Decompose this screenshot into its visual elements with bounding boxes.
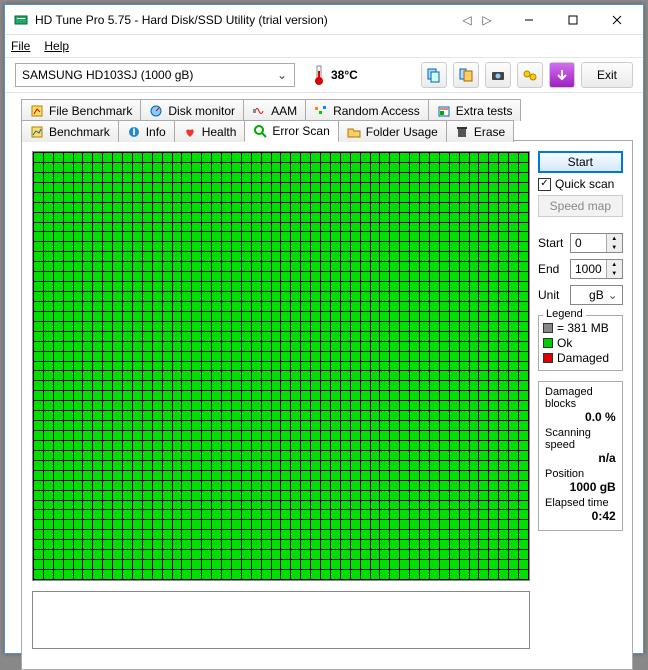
- health-icon: [183, 125, 197, 139]
- legend: Legend = 381 MB Ok Damaged: [538, 315, 623, 371]
- temperature: 38°C: [313, 65, 358, 85]
- legend-block-icon: [543, 323, 553, 333]
- extra-tests-icon: [437, 104, 451, 118]
- exit-button[interactable]: Exit: [581, 62, 633, 88]
- menu-file[interactable]: File: [11, 39, 30, 53]
- tab-label: Benchmark: [49, 125, 110, 139]
- app-window: HD Tune Pro 5.75 - Hard Disk/SSD Utility…: [4, 4, 644, 654]
- copy-info-button[interactable]: [421, 62, 447, 88]
- menubar: File Help: [5, 35, 643, 57]
- chevron-down-icon: ⌄: [606, 288, 620, 302]
- scan-grid: [32, 151, 530, 581]
- benchmark-icon: [30, 125, 44, 139]
- next-icon[interactable]: ▷: [477, 10, 497, 30]
- tab-label: AAM: [271, 104, 297, 118]
- start-field: Start 0 ▲▼: [538, 233, 623, 253]
- legend-ok-icon: [543, 338, 553, 348]
- end-spinbox[interactable]: 1000 ▲▼: [570, 259, 623, 279]
- erase-icon: [455, 125, 469, 139]
- tab-random-access[interactable]: Random Access: [305, 99, 429, 121]
- stats-box: Damaged blocks 0.0 % Scanning speed n/a …: [538, 381, 623, 531]
- screenshot-button[interactable]: [485, 62, 511, 88]
- quick-scan-checkbox[interactable]: ✓: [538, 178, 551, 191]
- window-title: HD Tune Pro 5.75 - Hard Disk/SSD Utility…: [35, 13, 457, 27]
- start-button[interactable]: Start: [538, 151, 623, 173]
- tab-label: Error Scan: [272, 124, 329, 138]
- titlebar: HD Tune Pro 5.75 - Hard Disk/SSD Utility…: [5, 5, 643, 35]
- nav-arrows: ◁ ▷: [457, 10, 497, 30]
- tab-content: Start ✓ Quick scan Speed map Start 0 ▲▼ …: [21, 140, 633, 670]
- quick-scan-row[interactable]: ✓ Quick scan: [538, 177, 623, 191]
- file-benchmark-icon: [30, 104, 44, 118]
- spin-up-icon[interactable]: ▲: [607, 260, 622, 269]
- tab-disk-monitor[interactable]: Disk monitor: [140, 99, 244, 121]
- tab-benchmark[interactable]: Benchmark: [21, 120, 119, 142]
- temp-value: 38°C: [331, 68, 358, 82]
- drive-select[interactable]: SAMSUNG HD103SJ (1000 gB) ⌄: [15, 63, 295, 87]
- tab-folder-usage[interactable]: Folder Usage: [338, 120, 447, 142]
- tab-label: Folder Usage: [366, 125, 438, 139]
- tab-error-scan[interactable]: Error Scan: [244, 120, 338, 142]
- maximize-button[interactable]: [551, 6, 595, 34]
- spin-down-icon[interactable]: ▼: [607, 269, 622, 278]
- toolbar: SAMSUNG HD103SJ (1000 gB) ⌄ 38°C Exit: [5, 57, 643, 93]
- drive-label: SAMSUNG HD103SJ (1000 gB): [22, 68, 193, 82]
- tab-erase[interactable]: Erase: [446, 120, 514, 142]
- speedmap-button: Speed map: [538, 195, 623, 217]
- scan-area: [32, 151, 530, 659]
- save-button[interactable]: [549, 62, 575, 88]
- unit-row: Unit gB ⌄: [538, 285, 623, 305]
- svg-text:i: i: [132, 125, 135, 138]
- tab-row-1: File Benchmark Disk monitor AAM Random Acce…: [21, 99, 633, 120]
- aam-icon: [252, 104, 266, 118]
- folder-usage-icon: [347, 125, 361, 139]
- app-icon: [13, 12, 29, 28]
- disk-monitor-icon: [149, 104, 163, 118]
- info-icon: i: [127, 125, 141, 139]
- copy-screenshot-button[interactable]: [453, 62, 479, 88]
- prev-icon[interactable]: ◁: [457, 10, 477, 30]
- tab-label: Health: [202, 125, 237, 139]
- side-panel: Start ✓ Quick scan Speed map Start 0 ▲▼ …: [538, 151, 623, 659]
- settings-button[interactable]: [517, 62, 543, 88]
- legend-damaged-icon: [543, 353, 553, 363]
- tab-row-2: Benchmark i Info Health Error Scan Folder Usa…: [21, 120, 633, 141]
- start-spinbox[interactable]: 0 ▲▼: [570, 233, 623, 253]
- tab-file-benchmark[interactable]: File Benchmark: [21, 99, 141, 121]
- quick-scan-label: Quick scan: [555, 177, 614, 191]
- tab-info[interactable]: i Info: [118, 120, 175, 142]
- thermometer-icon: [313, 65, 325, 85]
- unit-select[interactable]: gB ⌄: [570, 285, 623, 305]
- error-scan-icon: [253, 124, 267, 138]
- menu-help[interactable]: Help: [44, 39, 69, 53]
- end-field: End 1000 ▲▼: [538, 259, 623, 279]
- tab-label: Disk monitor: [168, 104, 235, 118]
- tab-aam[interactable]: AAM: [243, 99, 306, 121]
- tab-label: Info: [146, 125, 166, 139]
- spin-down-icon[interactable]: ▼: [607, 243, 622, 252]
- spin-up-icon[interactable]: ▲: [607, 234, 622, 243]
- tab-health[interactable]: Health: [174, 120, 246, 142]
- tab-extra-tests[interactable]: Extra tests: [428, 99, 522, 121]
- tab-label: Random Access: [333, 104, 420, 118]
- close-button[interactable]: [595, 6, 639, 34]
- tab-label: Extra tests: [456, 104, 513, 118]
- tab-label: Erase: [474, 125, 505, 139]
- random-access-icon: [314, 104, 328, 118]
- minimize-button[interactable]: [507, 6, 551, 34]
- chevron-down-icon: ⌄: [273, 67, 291, 83]
- status-box: [32, 591, 530, 649]
- tab-label: File Benchmark: [49, 104, 132, 118]
- tabs-area: File Benchmark Disk monitor AAM Random Acce…: [5, 93, 643, 670]
